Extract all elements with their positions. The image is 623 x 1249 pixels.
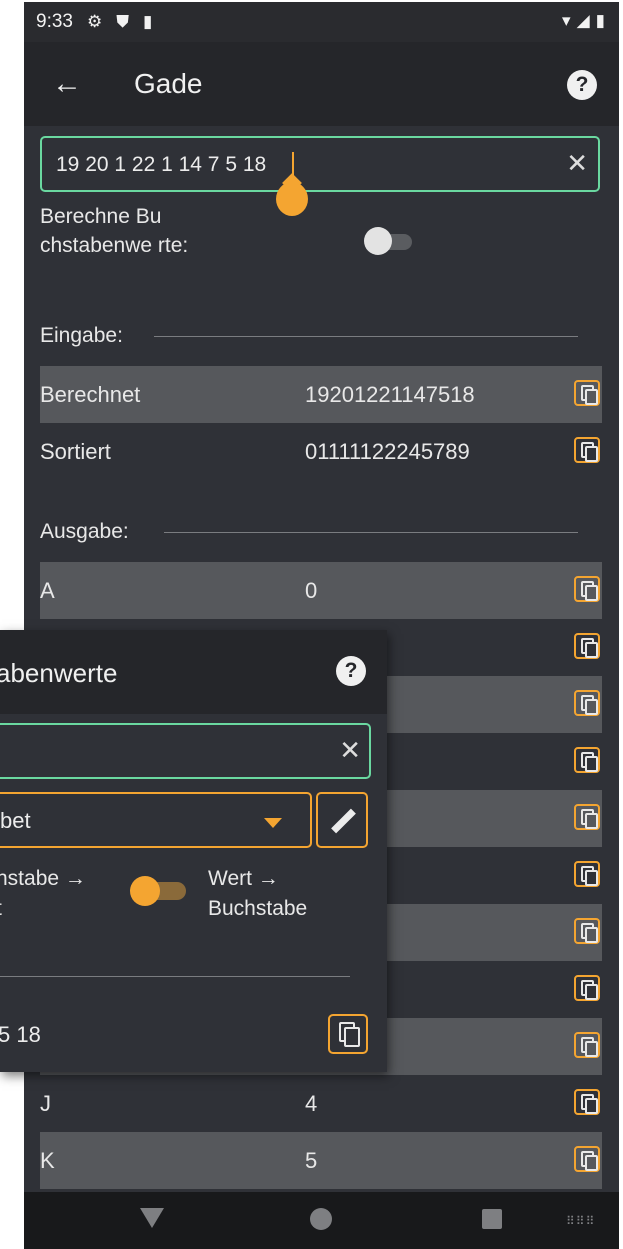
close-icon[interactable]: ✕ — [566, 148, 588, 179]
mode-left-label: nstabe → t — [0, 867, 86, 920]
table-row: A 0 — [40, 562, 602, 619]
edit-button[interactable] — [316, 792, 368, 848]
copy-icon[interactable] — [574, 918, 600, 944]
nav-bar: ⠿⠿⠿ — [24, 1192, 619, 1249]
copy-icon[interactable] — [574, 1032, 600, 1058]
signal-icon: ◢ — [576, 11, 590, 30]
mode-right-label: Wert → Buchstabe — [208, 867, 308, 920]
nav-back-icon[interactable] — [140, 1208, 164, 1228]
row-key: J — [40, 1091, 51, 1116]
copy-icon[interactable] — [574, 975, 600, 1001]
copy-icon[interactable] — [574, 437, 600, 463]
table-row: K 5 — [40, 1132, 602, 1189]
row-value: 0 — [305, 578, 318, 603]
overlay-app-bar: abenwerte ? — [0, 630, 387, 714]
input-field[interactable]: ✕ — [40, 136, 600, 192]
status-bar: 9:33 ⚙ ⛊ ▮ ▾ ◢ ▮ — [24, 2, 619, 42]
dropdown-value: bet — [0, 808, 31, 833]
nav-home-icon[interactable] — [310, 1208, 332, 1230]
row-value: 01111122245789 — [305, 439, 470, 464]
gear-icon: ⚙ — [86, 12, 103, 31]
page-title: Gade — [134, 68, 203, 99]
overlay-title: abenwerte — [0, 658, 118, 688]
row-value: 19201221147518 — [305, 382, 475, 407]
help-circle-icon[interactable]: ? — [567, 70, 597, 100]
row-key: A — [40, 578, 55, 603]
table-row: Sortiert 01111122245789 — [40, 423, 602, 480]
copy-icon[interactable] — [574, 747, 600, 773]
copy-icon[interactable] — [574, 380, 600, 406]
overlay-result: 5 18 — [0, 1022, 41, 1047]
close-icon[interactable]: ✕ — [339, 735, 361, 766]
arrow-left-icon[interactable]: ← — [52, 67, 92, 101]
pencil-icon — [331, 808, 356, 834]
copy-icon[interactable] — [574, 1089, 600, 1115]
copy-icon[interactable] — [574, 576, 600, 602]
mode-toggle-switch[interactable] — [130, 876, 190, 906]
copy-icon[interactable] — [574, 804, 600, 830]
calc-toggle-label: Berechne Bu chstabenwe rte: — [40, 205, 189, 257]
divider — [154, 336, 578, 337]
copy-icon[interactable] — [574, 1146, 600, 1172]
row-key: Berechnet — [40, 382, 141, 407]
toggle-thumb — [130, 876, 160, 906]
table-row: Berechnet 19201221147518 — [40, 366, 602, 423]
numbers-input[interactable] — [54, 148, 558, 182]
status-right: ▾ ◢ ▮ — [562, 11, 605, 31]
help-circle-icon[interactable]: ? — [336, 656, 366, 686]
row-key: K — [40, 1148, 55, 1173]
battery-icon: ▮ — [595, 11, 605, 30]
copy-icon[interactable] — [328, 1014, 368, 1054]
shield-icon: ⛊ — [116, 12, 129, 31]
eingabe-heading: Eingabe: — [40, 324, 123, 347]
calc-toggle-switch[interactable] — [364, 227, 416, 255]
divider — [164, 532, 578, 533]
overlay-screenshot: abenwerte ? ✕ bet nstabe → t Wert → Buch… — [0, 630, 387, 1072]
toggle-thumb — [364, 227, 392, 255]
app-bar: ← Gade ? — [24, 42, 619, 126]
sd-card-icon: ▮ — [142, 12, 153, 31]
row-key: Sortiert — [40, 439, 111, 464]
status-time: 9:33 — [36, 11, 73, 32]
overlay-input-field[interactable]: ✕ — [0, 723, 371, 779]
keyboard-icon[interactable]: ⠿⠿⠿ — [566, 1214, 595, 1228]
cursor-handle[interactable] — [276, 182, 308, 216]
table-row: J 4 — [40, 1075, 602, 1132]
row-value: 4 — [305, 1091, 318, 1116]
caret-down-icon — [264, 818, 282, 828]
copy-icon[interactable] — [574, 861, 600, 887]
wifi-icon: ▾ — [562, 11, 571, 30]
divider — [0, 976, 350, 977]
copy-icon[interactable] — [574, 690, 600, 716]
nav-recents-icon[interactable] — [482, 1209, 502, 1229]
row-value: 5 — [305, 1148, 318, 1173]
copy-icon[interactable] — [574, 633, 600, 659]
alphabet-dropdown[interactable]: bet — [0, 792, 312, 848]
ausgabe-heading: Ausgabe: — [40, 520, 129, 543]
